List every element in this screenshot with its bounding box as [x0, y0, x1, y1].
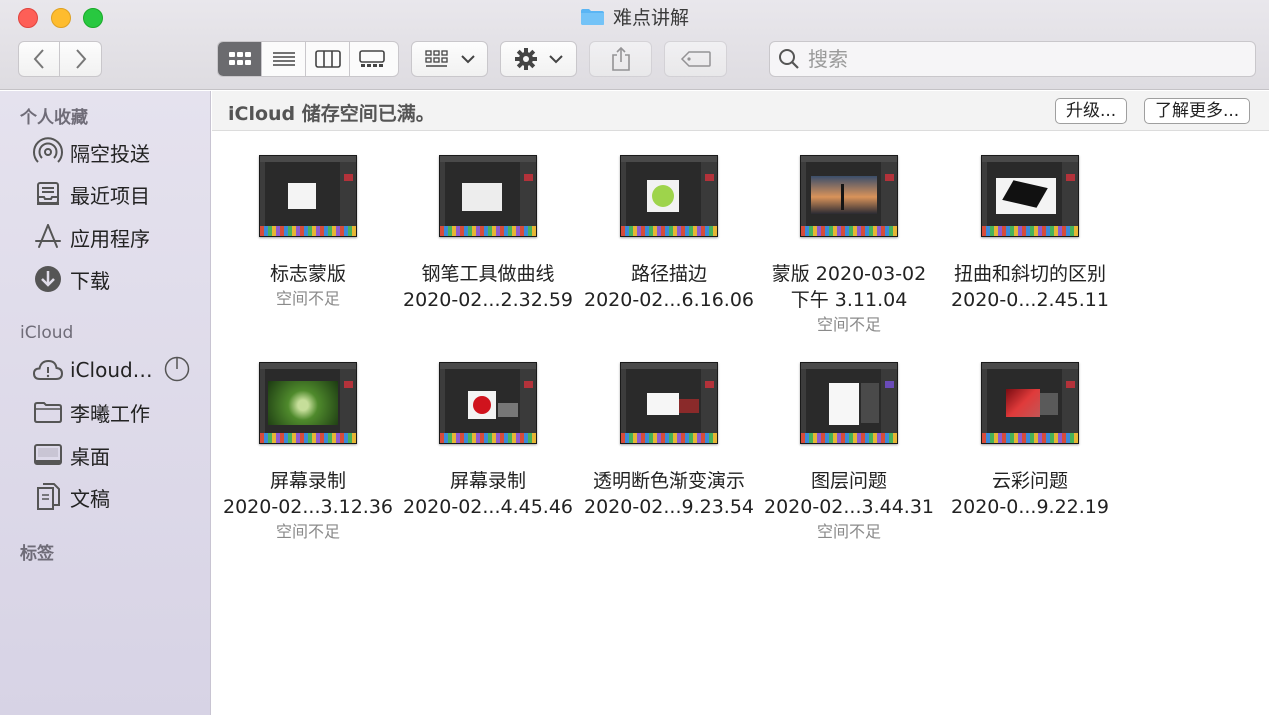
- sidebar-item-label: 下载: [70, 268, 110, 293]
- file-status: 空间不足: [275, 289, 340, 308]
- chevron-down-icon: [460, 55, 475, 64]
- file-date: 2020-0...9.22.19: [951, 496, 1109, 518]
- video-thumbnail: [620, 155, 718, 237]
- chevron-down-icon: [548, 55, 563, 64]
- icloud-icon: [32, 355, 64, 385]
- sidebar-item-label: 桌面: [70, 444, 110, 469]
- sidebar-item-label: iCloud…: [70, 358, 153, 382]
- downloads-icon: [32, 264, 64, 294]
- video-thumbnail: [800, 362, 898, 444]
- upgrade-button[interactable]: 升级...: [1055, 98, 1128, 124]
- window-title-text: 难点讲解: [612, 7, 689, 29]
- gallery-view-icon: [359, 50, 385, 67]
- back-button[interactable]: [18, 41, 60, 77]
- sidebar-item-airdrop[interactable]: 隔空投送: [32, 135, 150, 169]
- desktop-icon: [32, 440, 64, 470]
- sidebar-header-tags: 标签: [20, 544, 54, 564]
- file-name: 扭曲和斜切的区别: [953, 263, 1106, 285]
- file-name: 屏幕录制: [449, 470, 526, 492]
- column-view-icon: [314, 50, 341, 68]
- icon-view-icon: [228, 52, 251, 65]
- icloud-sync-progress-icon: [164, 356, 190, 382]
- video-thumbnail: [981, 362, 1079, 444]
- file-date: 2020-02...9.23.54: [583, 496, 755, 518]
- file-date: 2020-02...2.32.59: [402, 289, 574, 311]
- file-name: 钢笔工具做曲线: [421, 263, 555, 285]
- sidebar-item-label: 文稿: [70, 486, 110, 511]
- view-mode-control: [217, 41, 399, 77]
- file-status: 空间不足: [275, 522, 340, 541]
- action-button[interactable]: [500, 41, 577, 77]
- sidebar-item-label: 隔空投送: [70, 141, 150, 166]
- video-thumbnail: [439, 362, 537, 444]
- sidebar-item-folder[interactable]: 李曦工作: [32, 395, 150, 429]
- file-name: 路径描边: [630, 263, 707, 285]
- sidebar-item-downloads[interactable]: 下载: [32, 262, 110, 296]
- group-by-icon: [424, 50, 448, 67]
- search-field[interactable]: [769, 41, 1256, 77]
- toolbar: 难点讲解: [0, 0, 1269, 90]
- window-title: 难点讲解: [0, 6, 1269, 30]
- share-icon: [611, 46, 630, 71]
- file-name: 云彩问题: [991, 470, 1068, 492]
- list-view-icon: [272, 52, 295, 66]
- file-date: 2020-02...4.45.46: [402, 496, 574, 518]
- tag-icon: [680, 51, 711, 67]
- recents-icon: [32, 179, 64, 209]
- file-date: 下午 3.11.04: [790, 289, 908, 311]
- file-date: 2020-02...3.44.31: [763, 496, 935, 518]
- storage-full-banner: iCloud 储存空间已满。 升级... 了解更多...: [212, 91, 1269, 131]
- file-status: 空间不足: [816, 522, 881, 541]
- gallery-view-button[interactable]: [350, 42, 394, 76]
- airdrop-icon: [32, 137, 64, 167]
- file-name: 图层问题: [810, 470, 887, 492]
- file-date: 2020-0...2.45.11: [951, 289, 1109, 311]
- video-thumbnail: [800, 155, 898, 237]
- learn-more-button[interactable]: 了解更多...: [1144, 98, 1251, 124]
- sidebar-item-applications[interactable]: 应用程序: [32, 220, 150, 254]
- folder-icon: [32, 397, 64, 427]
- video-thumbnail: [439, 155, 537, 237]
- gear-icon: [514, 48, 537, 70]
- documents-icon: [32, 482, 64, 512]
- column-view-button[interactable]: [306, 42, 350, 76]
- file-name: 标志蒙版: [269, 263, 346, 285]
- sidebar-item-label: 应用程序: [70, 226, 150, 251]
- chevron-right-icon: [75, 49, 86, 69]
- share-button[interactable]: [589, 41, 652, 77]
- file-date: 2020-02...6.16.06: [583, 289, 755, 311]
- file-status: 空间不足: [816, 315, 881, 334]
- video-thumbnail: [981, 155, 1079, 237]
- search-icon: [779, 49, 799, 69]
- search-input[interactable]: [808, 47, 1238, 71]
- applications-icon: [32, 222, 64, 252]
- sidebar: 个人收藏 隔空投送 最近项目 应用程序 下载 iCloud iCloud… 李曦…: [0, 91, 211, 715]
- file-name: 屏幕录制: [269, 470, 346, 492]
- sidebar-item-label: 李曦工作: [70, 401, 150, 426]
- file-name: 蒙版 2020-03-02: [771, 263, 927, 285]
- tag-button[interactable]: [664, 41, 727, 77]
- storage-full-message: iCloud 储存空间已满。: [228, 103, 435, 125]
- sidebar-item-desktop[interactable]: 桌面: [32, 438, 110, 472]
- sidebar-item-recents[interactable]: 最近项目: [32, 177, 150, 211]
- forward-button[interactable]: [60, 41, 102, 77]
- list-view-button[interactable]: [262, 42, 306, 76]
- group-by-button[interactable]: [411, 41, 488, 77]
- file-name: 透明断色渐变演示: [592, 470, 745, 492]
- icon-view-button[interactable]: [218, 42, 262, 76]
- video-thumbnail: [259, 155, 357, 237]
- folder-icon: [580, 9, 604, 25]
- sidebar-item-icloud-drive[interactable]: iCloud…: [32, 353, 153, 387]
- sidebar-item-documents[interactable]: 文稿: [32, 480, 110, 514]
- video-thumbnail: [620, 362, 718, 444]
- sidebar-header-favorites: 个人收藏: [20, 108, 88, 128]
- chevron-left-icon: [33, 49, 44, 69]
- file-date: 2020-02...3.12.36: [222, 496, 394, 518]
- sidebar-item-label: 最近项目: [70, 183, 150, 208]
- sidebar-header-icloud: iCloud: [20, 323, 74, 343]
- video-thumbnail: [259, 362, 357, 444]
